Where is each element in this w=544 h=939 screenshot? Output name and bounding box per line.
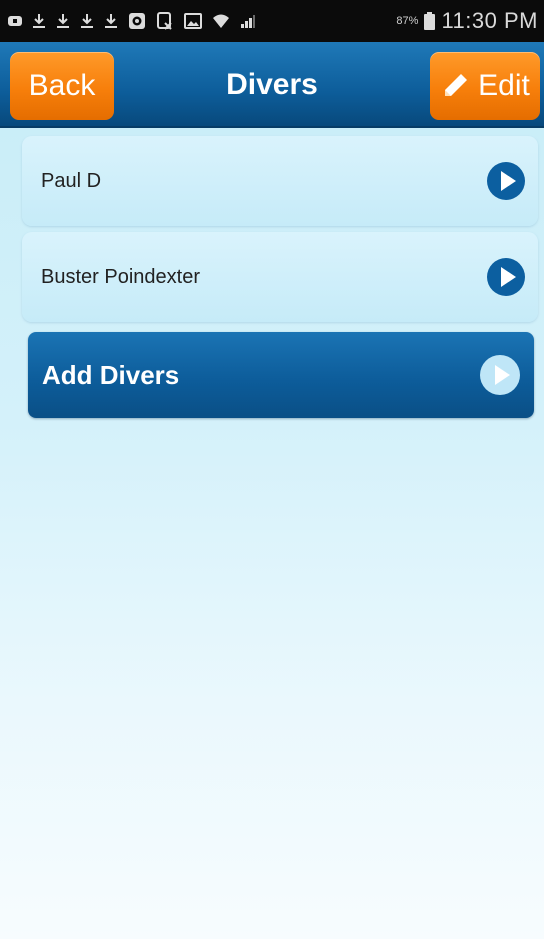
list-item[interactable]: Buster Poindexter bbox=[22, 232, 538, 322]
image-icon bbox=[184, 13, 202, 29]
play-arrow-icon bbox=[478, 353, 522, 397]
diver-name: Buster Poindexter bbox=[41, 265, 200, 288]
clipboard-icon bbox=[156, 12, 174, 30]
edit-button-label: Edit bbox=[478, 69, 530, 102]
download-icon bbox=[32, 13, 46, 29]
status-icons-right: 87% 11:30 PM bbox=[396, 8, 538, 34]
divers-list: Paul D Buster Poindexter bbox=[22, 136, 538, 328]
status-time: 11:30 PM bbox=[441, 8, 538, 33]
status-icons-left bbox=[8, 12, 256, 30]
download-icon bbox=[104, 13, 118, 29]
pencil-icon bbox=[440, 71, 470, 101]
battery-icon bbox=[424, 12, 436, 30]
play-arrow-icon bbox=[486, 161, 526, 201]
add-divers-button[interactable]: Add Divers bbox=[28, 332, 534, 418]
app-screen: 87% 11:30 PM Divers Back Edit Paul D Bus… bbox=[0, 0, 544, 939]
back-button-label: Back bbox=[28, 69, 96, 102]
battery-percent: 87% bbox=[396, 15, 419, 27]
back-button[interactable]: Back bbox=[10, 52, 114, 120]
notification-icon bbox=[8, 15, 22, 27]
download-icon bbox=[80, 13, 94, 29]
edit-button[interactable]: Edit bbox=[430, 52, 540, 120]
status-bar: 87% 11:30 PM bbox=[0, 0, 544, 42]
shield-icon bbox=[128, 12, 146, 30]
list-item[interactable]: Paul D bbox=[22, 136, 538, 226]
wifi-icon bbox=[212, 12, 230, 30]
download-icon bbox=[56, 13, 70, 29]
signal-icon bbox=[240, 13, 256, 29]
play-arrow-icon bbox=[486, 257, 526, 297]
add-divers-label: Add Divers bbox=[42, 359, 180, 390]
nav-header: Divers Back Edit bbox=[0, 42, 544, 128]
diver-name: Paul D bbox=[41, 169, 102, 192]
